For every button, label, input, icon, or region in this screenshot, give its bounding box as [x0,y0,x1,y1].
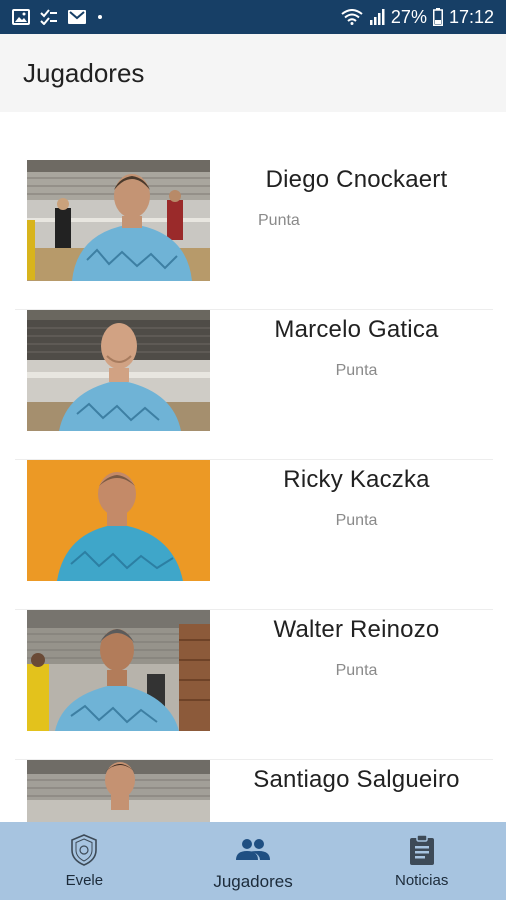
mail-notification-icon [68,10,86,24]
player-row-ricky-kaczka[interactable]: Ricky Kaczka Punta [15,460,493,610]
clock: 17:12 [448,6,494,27]
player-name: Ricky Kaczka [283,466,430,493]
player-row-walter-reinozo[interactable]: Walter Reinozo Punta [15,610,493,760]
player-position: Punta [335,512,378,529]
player-photo [27,460,210,581]
app-bar: Jugadores [0,34,506,112]
page-title: Jugadores [23,57,145,88]
player-row-marcelo-gatica[interactable]: Marcelo Gatica Punta [15,310,493,460]
nav-item-evele[interactable]: Evele [0,822,169,900]
battery-percentage: 27% [390,6,427,27]
nav-label: Noticias [395,872,449,889]
player-photo [27,760,210,822]
player-info: Santiago Salgueiro [220,760,493,812]
shield-icon [70,834,98,866]
player-photo [27,160,210,281]
player-name: Walter Reinozo [273,616,440,643]
nav-item-noticias[interactable]: Noticias [337,822,506,900]
nav-label: Evele [65,872,104,889]
clipboard-icon [409,834,434,866]
player-list[interactable]: Diego Cnockaert Punta Marcelo Gatica Pun… [0,112,506,822]
player-info: Ricky Kaczka Punta [220,460,493,530]
player-name: Marcelo Gatica [274,316,439,343]
status-bar: 27% 17:12 [0,0,506,34]
gallery-notification-icon [12,9,30,25]
player-position: Punta [335,362,378,379]
nav-label: Jugadores [213,872,293,891]
player-row-diego-cnockaert[interactable]: Diego Cnockaert Punta [15,160,493,310]
signal-icon [369,9,385,25]
more-notifications-dot [98,15,102,19]
player-info: Diego Cnockaert Punta [220,160,493,230]
player-info: Walter Reinozo Punta [220,610,493,680]
battery-icon [432,8,443,26]
bottom-navigation: Evele Jugadores Noticias [0,822,506,900]
player-row-santiago-salgueiro[interactable]: Santiago Salgueiro [15,760,493,822]
nav-item-jugadores[interactable]: Jugadores [169,822,338,900]
checklist-notification-icon [40,9,58,25]
player-name: Diego Cnockaert [265,166,448,193]
player-name: Santiago Salgueiro [253,766,460,793]
people-icon [236,834,270,866]
player-position: Punta [335,662,378,679]
player-info: Marcelo Gatica Punta [220,310,493,380]
player-photo [27,310,210,431]
player-position: Punta [258,212,300,229]
wifi-icon [341,9,363,25]
player-photo [27,610,210,731]
